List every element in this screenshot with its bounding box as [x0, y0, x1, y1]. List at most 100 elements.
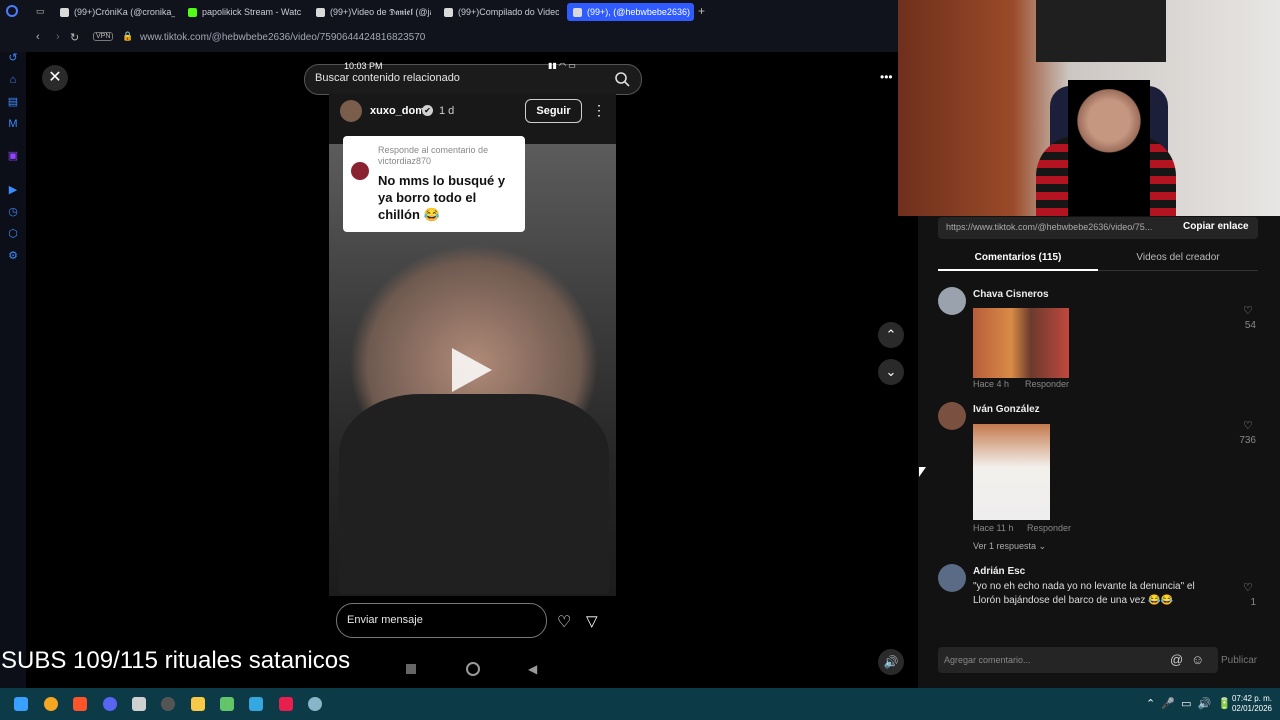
close-button[interactable]: ✕: [42, 65, 68, 91]
avatar[interactable]: [938, 402, 966, 430]
emoji-icon[interactable]: ☺: [1191, 652, 1204, 667]
previous-video-button[interactable]: ⌃: [878, 322, 904, 348]
chevron-down-icon: ⌄: [885, 364, 897, 379]
back-nav-icon[interactable]: ◀: [528, 662, 537, 676]
comment-time: Hace 11 h: [973, 523, 1014, 533]
game-icon[interactable]: [220, 697, 234, 711]
tab-compilado[interactable]: (99+)Compilado do Video: [444, 3, 559, 21]
view-replies-button[interactable]: Ver 1 respuesta ⌄: [973, 541, 1046, 552]
messenger-icon[interactable]: M: [7, 118, 19, 130]
clock-icon[interactable]: ◷: [7, 206, 19, 218]
reply-text: No mms lo busqué y ya borro todo el chil…: [378, 173, 506, 222]
obs-icon[interactable]: [161, 697, 175, 711]
heart-icon[interactable]: ♡: [557, 612, 571, 632]
comment-author[interactable]: Chava Cisneros: [973, 289, 1049, 300]
tiktok-icon: [316, 7, 325, 17]
stop-icon[interactable]: [406, 664, 416, 674]
comment-text: "yo no eh echo nada yo no levante la den…: [973, 581, 1195, 606]
avatar[interactable]: [340, 100, 362, 122]
video-jacket: [339, 394, 609, 594]
kick-icon: [188, 7, 197, 17]
share-link[interactable]: https://www.tiktok.com/@hebwbebe2636/vid…: [946, 222, 1171, 232]
follow-button[interactable]: Seguir: [525, 99, 582, 123]
extensions-icon[interactable]: ⬡: [7, 228, 19, 240]
verified-badge: ✔: [422, 105, 433, 116]
mention-icon[interactable]: @: [1170, 652, 1183, 667]
clock-date: 02/01/2026: [1231, 704, 1272, 713]
windows-start-icon[interactable]: [14, 697, 28, 711]
phone-nav-bar: ◀: [400, 662, 550, 678]
url-field[interactable]: www.tiktok.com/@hebwbebe2636/video/75906…: [140, 32, 425, 43]
address-bar: ‹ › ↻ VPN 🔒: [0, 24, 898, 52]
home-icon[interactable]: [466, 662, 480, 676]
settings-icon[interactable]: ⚙: [7, 250, 19, 262]
settings-app-icon[interactable]: [308, 697, 322, 711]
comment-author[interactable]: Iván González: [973, 404, 1040, 415]
reply-button[interactable]: Responder: [1027, 523, 1071, 533]
video-username[interactable]: xuxo_dom: [370, 105, 425, 117]
more-options-icon[interactable]: •••: [880, 70, 893, 84]
webcam-streamer: [1068, 80, 1150, 216]
tab-label: (99+)Compilado do Video: [458, 7, 559, 17]
tiktok-icon: [60, 7, 69, 17]
tab-creator-videos[interactable]: Videos del creador: [1098, 252, 1258, 263]
back-icon[interactable]: ‹: [36, 31, 40, 43]
volume-button[interactable]: 🔊: [878, 649, 904, 675]
tab-label: papolikick Stream - Watc: [202, 7, 302, 17]
taskbar-clock[interactable]: 07:42 p. m. 02/01/2026: [1224, 694, 1272, 714]
reply-button[interactable]: Responder: [1025, 379, 1069, 389]
twitch-icon[interactable]: ▣: [7, 150, 19, 162]
forward-icon[interactable]: ›: [56, 31, 60, 43]
comment-image[interactable]: [973, 308, 1069, 378]
tab-label: (99+), (@hebwbebe2636): [587, 7, 690, 17]
vpn-badge[interactable]: VPN: [93, 32, 114, 41]
discord-icon[interactable]: [103, 697, 117, 711]
close-icon: ✕: [48, 69, 62, 86]
avatar[interactable]: [938, 564, 966, 592]
comment-image[interactable]: [973, 424, 1050, 520]
heart-icon[interactable]: ♡: [1243, 419, 1253, 432]
chevron-up-icon: ⌃: [885, 327, 897, 342]
tab-label: (99+)Video de 𝕯𝖆𝖓𝖎𝖊𝖑 (@ja: [330, 6, 431, 17]
message-placeholder: Enviar mensaje: [347, 614, 423, 626]
new-tab-button[interactable]: +: [698, 4, 705, 18]
next-video-button[interactable]: ⌄: [878, 359, 904, 385]
app-icon[interactable]: [44, 697, 58, 711]
tab-bar: ▭ (99+)CróniKa (@cronika_v papolikick St…: [0, 0, 898, 24]
publish-button[interactable]: Publicar: [1221, 655, 1257, 666]
history-icon[interactable]: ↺: [7, 52, 19, 64]
speaker-icon: 🔊: [883, 655, 899, 669]
heart-icon[interactable]: ♡: [1243, 581, 1253, 594]
kebab-menu-icon[interactable]: ⋮: [592, 102, 606, 119]
play-icon[interactable]: [452, 348, 492, 392]
wallet-icon[interactable]: ▤: [7, 96, 19, 108]
avatar[interactable]: [938, 287, 966, 315]
reload-icon[interactable]: ↻: [70, 31, 79, 44]
opera-icon[interactable]: [279, 697, 293, 711]
player-icon[interactable]: ▶: [7, 184, 19, 196]
tab-cronika[interactable]: (99+)CróniKa (@cronika_v: [60, 3, 175, 21]
shopping-icon[interactable]: ⌂: [7, 74, 19, 86]
system-tray[interactable]: ⌃ 🎤 ▭ 🔊 🔋: [1146, 697, 1231, 710]
store-icon[interactable]: [132, 697, 146, 711]
tab-hebwbebe[interactable]: (99+), (@hebwbebe2636): [567, 3, 694, 21]
folder-icon[interactable]: [191, 697, 205, 711]
brave-icon[interactable]: [73, 697, 87, 711]
phone-status-icons: ▮▮ ◠ ▭: [548, 61, 576, 70]
workspaces-icon[interactable]: ▭: [36, 6, 45, 17]
browser-sidebar: ↺ ⌂ ▤ M ▣ ▶ ◷ ⬡ ⚙: [0, 52, 26, 688]
tab-comments[interactable]: Comentarios (115): [938, 252, 1098, 263]
mouse-cursor-icon: [919, 467, 926, 477]
search-icon[interactable]: [614, 71, 630, 87]
opera-logo-icon[interactable]: [6, 5, 18, 17]
send-icon[interactable]: ▽: [586, 612, 598, 630]
reply-header: Responde al comentario de victordiaz870: [378, 145, 489, 166]
tab-daniel[interactable]: (99+)Video de 𝕯𝖆𝖓𝖎𝖊𝖑 (@ja: [316, 3, 431, 21]
heart-icon[interactable]: ♡: [1243, 304, 1253, 317]
copy-link-button[interactable]: Copiar enlace: [1183, 221, 1249, 232]
app-f-icon[interactable]: [249, 697, 263, 711]
tiktok-icon: [573, 7, 582, 17]
comment-placeholder: Agregar comentario...: [944, 655, 1031, 665]
tab-kick[interactable]: papolikick Stream - Watc: [188, 3, 303, 21]
comment-author[interactable]: Adrián Esc: [973, 566, 1025, 577]
